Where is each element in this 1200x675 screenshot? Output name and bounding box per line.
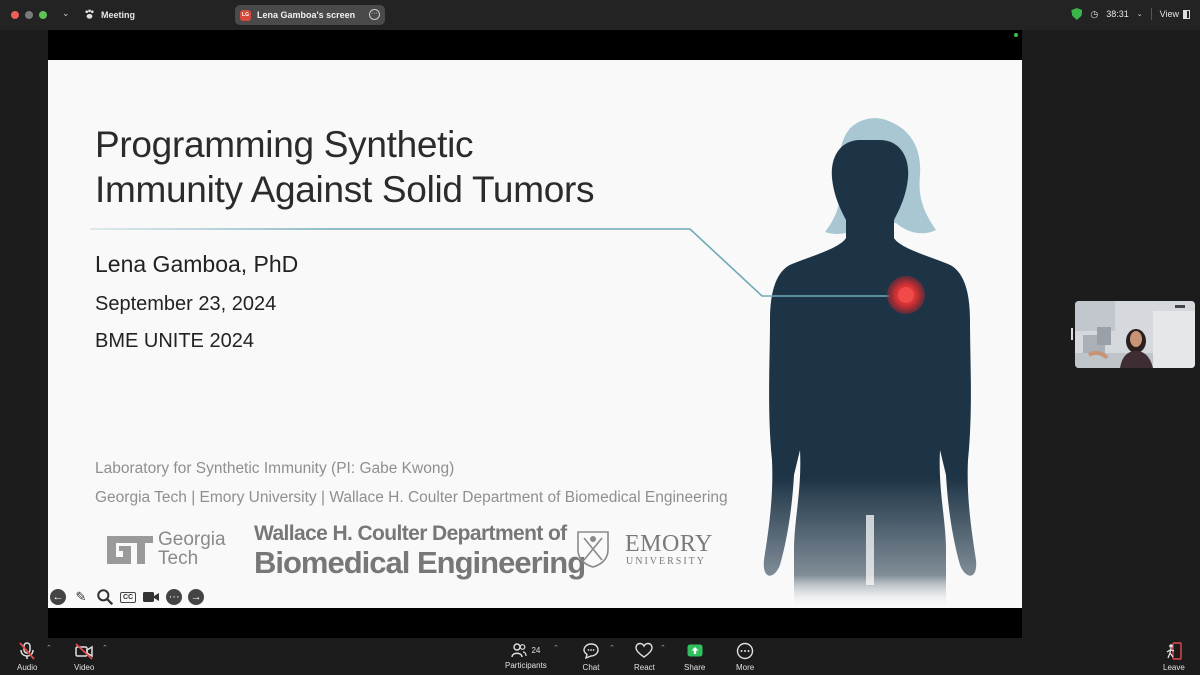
- title-bar-right: ◷ 38:31 ⌄ View: [1071, 8, 1190, 20]
- participants-icon: [511, 643, 528, 658]
- divider: [1150, 8, 1152, 20]
- participants-label: Participants: [505, 661, 547, 670]
- meeting-toolbar: Audio ⌃ Video ⌃ 24 Participants ⌃ Chat ⌃…: [0, 638, 1200, 675]
- affiliations: Georgia Tech | Emory University | Wallac…: [95, 489, 728, 506]
- slide-title-line2: Immunity Against Solid Tumors: [95, 169, 595, 210]
- coulter-line1: Wallace H. Coulter Department of: [254, 522, 567, 545]
- screen-share-pill[interactable]: LG Lena Gamboa's screen ···: [235, 5, 385, 25]
- zoom-meeting-window: ⌄ Meeting LG Lena Gamboa's screen ··· ◷ …: [0, 0, 1200, 675]
- speaker-video-tile[interactable]: [1075, 301, 1195, 368]
- share-screen-icon: [687, 644, 703, 657]
- coulter-department-logo: Wallace H. Coulter Department of Biomedi…: [254, 522, 586, 580]
- leave-label: Leave: [1163, 663, 1185, 672]
- close-window-button[interactable]: [11, 11, 19, 19]
- slide-title: Programming Synthetic Immunity Against S…: [95, 122, 595, 212]
- emory-shield-icon: [577, 531, 609, 568]
- pen-icon[interactable]: ✎: [72, 588, 90, 606]
- georgia-tech-logo: Georgia Tech: [103, 530, 228, 570]
- zoom-icon[interactable]: [96, 588, 114, 606]
- minimize-window-button[interactable]: [25, 11, 33, 19]
- video-button[interactable]: Video: [74, 642, 94, 672]
- presenter-name: Lena Gamboa, PhD: [95, 251, 299, 277]
- fullscreen-window-button[interactable]: [39, 11, 47, 19]
- paw-icon: [85, 9, 94, 19]
- encryption-shield-icon[interactable]: [1071, 8, 1083, 20]
- gt-monogram-icon: [107, 536, 153, 564]
- more-options-icon[interactable]: ···: [369, 9, 380, 20]
- view-layout-icon: [1183, 9, 1190, 19]
- emory-wordmark: EMORY: [625, 531, 713, 557]
- more-label: More: [736, 663, 755, 672]
- slideshow-controls: ← ✎ CC ··· →: [50, 588, 205, 606]
- emory-subtitle: UNIVERSITY: [626, 556, 706, 567]
- share-label: Share: [684, 663, 706, 672]
- presenter-avatar-badge: LG: [240, 9, 251, 21]
- screen-share-label: Lena Gamboa's screen: [257, 10, 356, 20]
- gt-line1: Georgia: [158, 529, 226, 550]
- audio-label: Audio: [17, 663, 38, 672]
- microphone-muted-icon: [19, 642, 35, 660]
- participants-count: 24: [531, 645, 541, 655]
- gt-line2: Tech: [158, 548, 199, 569]
- conference-name: BME UNITE 2024: [95, 330, 254, 352]
- previous-slide-icon[interactable]: ←: [50, 589, 66, 605]
- speaker-video-feed: [1075, 301, 1195, 368]
- heart-icon: [635, 642, 654, 658]
- more-options-icon[interactable]: ···: [166, 589, 183, 605]
- leave-button[interactable]: Leave: [1163, 642, 1185, 672]
- audio-options-chevron-icon[interactable]: ⌃: [46, 644, 52, 652]
- chat-icon: [583, 643, 599, 660]
- presentation-slide: Programming Synthetic Immunity Against S…: [48, 60, 1022, 608]
- chat-button[interactable]: Chat: [582, 642, 600, 672]
- coulter-line2: Biomedical Engineering: [254, 545, 586, 580]
- chevron-down-icon[interactable]: ⌄: [62, 8, 70, 19]
- tile-resize-handle[interactable]: [1071, 328, 1073, 340]
- meeting-label: Meeting: [101, 9, 136, 20]
- timer-chevron-icon[interactable]: ⌄: [1137, 10, 1143, 18]
- participants-button[interactable]: 24 Participants: [505, 642, 547, 670]
- next-slide-icon[interactable]: →: [188, 589, 205, 605]
- share-status-dot: [1014, 33, 1018, 37]
- react-label: React: [634, 663, 655, 672]
- lab-name: Laboratory for Synthetic Immunity (PI: G…: [95, 460, 455, 477]
- video-off-icon: [75, 643, 93, 660]
- georgia-tech-wordmark: Georgia Tech: [158, 530, 226, 568]
- react-chevron-icon[interactable]: ⌃: [660, 644, 666, 652]
- presentation-date: September 23, 2024: [95, 293, 277, 315]
- leave-icon: [1166, 642, 1182, 660]
- more-icon: [736, 642, 754, 660]
- participants-chevron-icon[interactable]: ⌃: [553, 644, 559, 652]
- slide-title-line1: Programming Synthetic: [95, 124, 474, 165]
- clock-icon: ◷: [1090, 8, 1099, 19]
- meeting-timer: 38:31: [1106, 9, 1129, 19]
- more-button[interactable]: More: [736, 642, 754, 672]
- view-label: View: [1159, 9, 1179, 19]
- share-button[interactable]: Share: [684, 642, 705, 672]
- chat-chevron-icon[interactable]: ⌃: [609, 644, 615, 652]
- view-button[interactable]: View: [1160, 9, 1190, 19]
- audio-button[interactable]: Audio: [17, 642, 37, 672]
- video-label: Video: [74, 663, 95, 672]
- camera-icon[interactable]: [142, 588, 160, 606]
- emory-university-logo: EMORY UNIVERSITY: [576, 530, 716, 570]
- meeting-menu[interactable]: Meeting: [84, 9, 135, 20]
- chat-label: Chat: [582, 663, 600, 672]
- video-options-chevron-icon[interactable]: ⌃: [102, 644, 108, 652]
- react-button[interactable]: React: [634, 642, 655, 672]
- title-bar: ⌄ Meeting LG Lena Gamboa's screen ··· ◷ …: [0, 0, 1200, 30]
- closed-captions-icon[interactable]: CC: [120, 591, 137, 603]
